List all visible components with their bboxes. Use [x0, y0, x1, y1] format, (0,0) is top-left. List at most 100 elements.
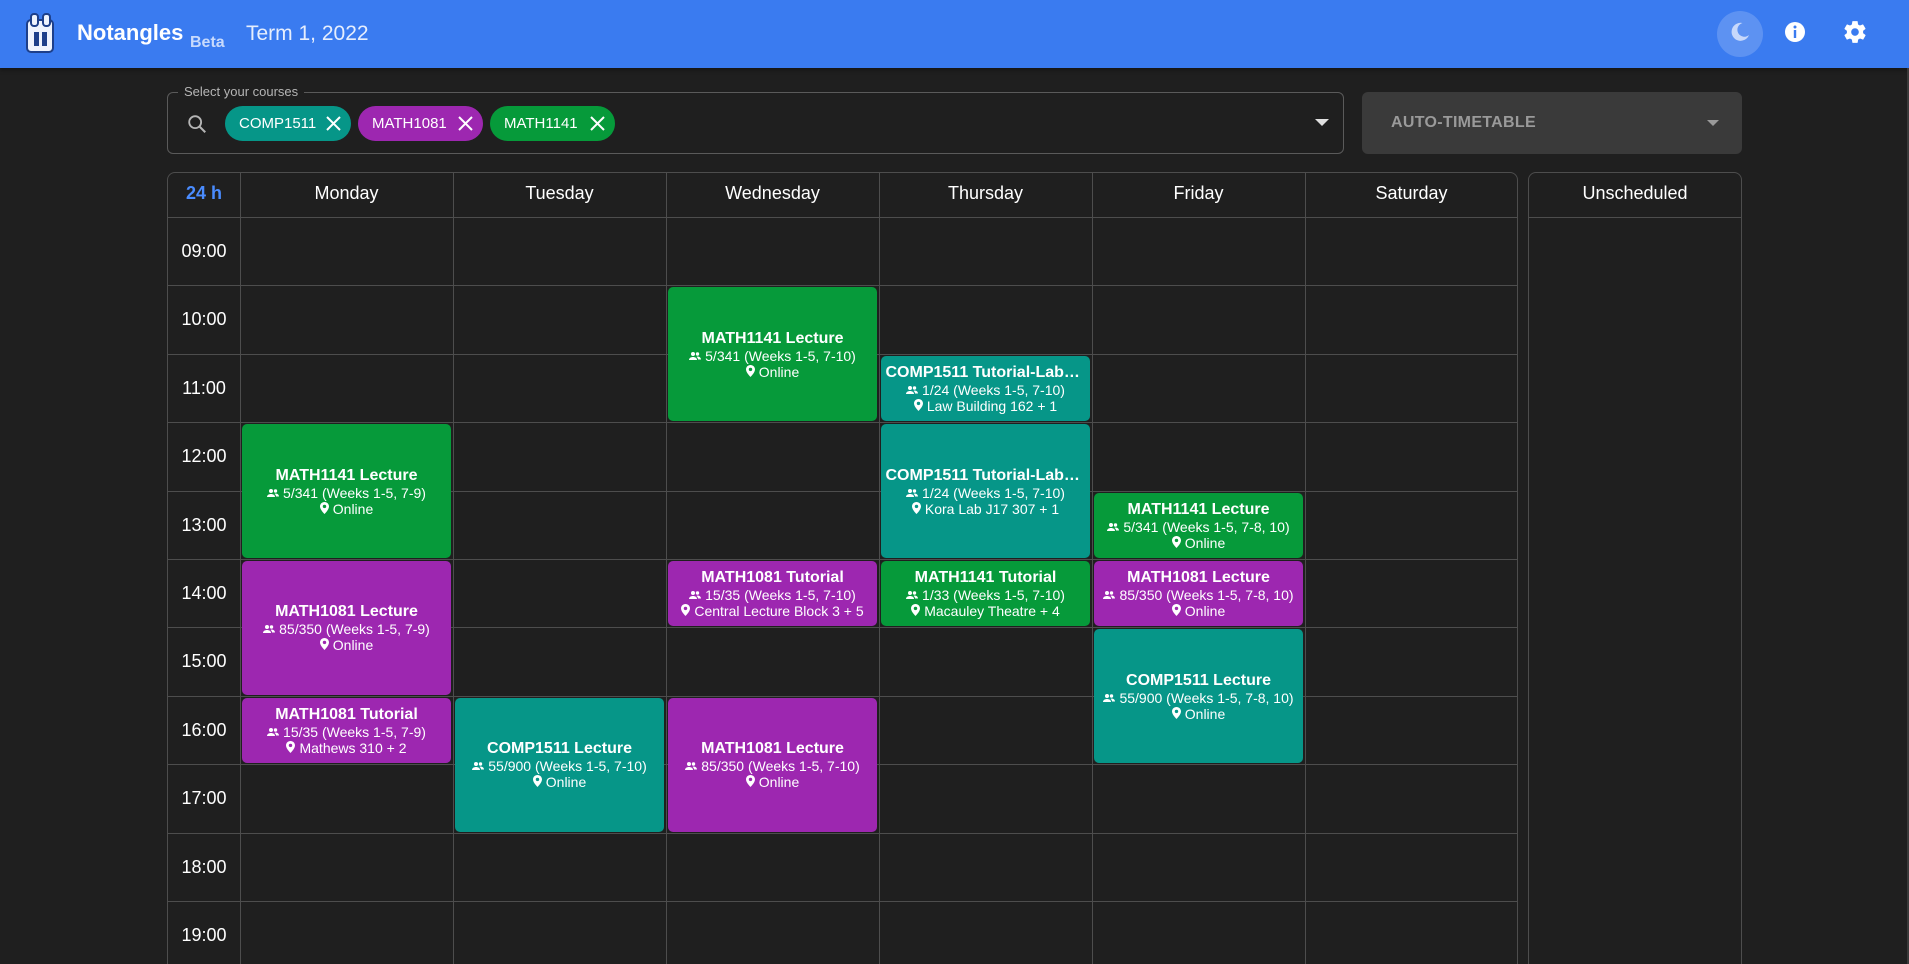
event-location: Online [1171, 603, 1226, 620]
time-label: 18:00 [181, 856, 227, 877]
time-label: 10:00 [181, 309, 227, 330]
people-icon [689, 348, 702, 364]
course-select-field[interactable]: Select your courses COMP1511 MATH1081 MA… [167, 84, 1344, 154]
course-chip-comp1511[interactable]: COMP1511 [225, 106, 351, 141]
event-location: Law Building 162 + 1 [913, 398, 1057, 414]
event-location-text: Online [758, 774, 800, 791]
time-label: 16:00 [181, 719, 227, 740]
close-icon[interactable] [324, 114, 343, 133]
grid-line [879, 173, 880, 964]
event-location-text: Online [1184, 534, 1226, 551]
event-title: COMP1511 Tutorial-Labo… [885, 466, 1086, 484]
event-title: MATH1081 Lecture [701, 740, 844, 758]
timetable-grid: 24 h Monday Tuesday Wednesday Thursday Frida… [167, 172, 1518, 964]
event-location-text: Online [1184, 705, 1226, 722]
event-enrolment: 85/350 (Weeks 1-5, 7-8, 10) [1103, 587, 1294, 604]
class-event-card[interactable]: COMP1511 Tutorial-Labo… 1/24 (Weeks 1-5, … [881, 355, 1090, 422]
course-select-label: Select your courses [178, 84, 305, 99]
event-enrolment-text: 55/900 (Weeks 1-5, 7-10) [488, 758, 647, 775]
class-event-card[interactable]: MATH1081 Lecture 85/350 (Weeks 1-5, 7-10)… [668, 697, 877, 832]
event-enrolment-text: 1/24 (Weeks 1-5, 7-10) [922, 484, 1065, 501]
location-pin-icon [745, 364, 755, 380]
dark-mode-toggle-button[interactable] [1717, 11, 1763, 57]
day-header: Tuesday [525, 183, 594, 203]
class-event-card[interactable]: MATH1141 Lecture 5/341 (Weeks 1-5, 7-8, 1… [1094, 492, 1303, 558]
location-pin-icon [532, 774, 542, 790]
time-label: 14:00 [181, 583, 227, 603]
close-icon[interactable] [588, 114, 607, 133]
event-enrolment-text: 15/35 (Weeks 1-5, 7-9) [283, 723, 426, 740]
close-icon[interactable] [456, 114, 475, 133]
class-event-card[interactable]: MATH1141 Tutorial 1/33 (Weeks 1-5, 7-10) M… [881, 561, 1090, 627]
event-enrolment-text: 85/350 (Weeks 1-5, 7-9) [279, 621, 430, 638]
class-event-card[interactable]: MATH1081 Tutorial 15/35 (Weeks 1-5, 7-9) M… [242, 697, 451, 764]
event-location-text: Online [332, 637, 374, 654]
event-enrolment-text: 15/35 (Weeks 1-5, 7-10) [705, 587, 856, 604]
chevron-down-icon[interactable] [1315, 119, 1329, 126]
event-enrolment-text: 5/341 (Weeks 1-5, 7-10) [705, 347, 856, 364]
event-location-text: Kora Lab J17 307 + 1 [924, 500, 1060, 517]
class-event-card[interactable]: MATH1081 Tutorial 15/35 (Weeks 1-5, 7-10)… [668, 561, 877, 627]
event-enrolment: 15/35 (Weeks 1-5, 7-10) [689, 587, 856, 603]
event-location: Kora Lab J17 307 + 1 [911, 500, 1060, 517]
course-chip-math1081[interactable]: MATH1081 [358, 106, 483, 141]
people-icon [1103, 690, 1116, 706]
event-enrolment-text: 55/900 (Weeks 1-5, 7-8, 10) [1119, 689, 1294, 706]
grid-line [168, 559, 1517, 560]
people-icon [906, 485, 919, 501]
time-label: 15:00 [181, 651, 227, 672]
time-label: 11:00 [182, 377, 226, 398]
event-enrolment: 15/35 (Weeks 1-5, 7-9) [267, 724, 426, 740]
gear-icon [1842, 19, 1868, 50]
event-location: Macauley Theatre + 4 [911, 603, 1060, 619]
grid-line [1305, 173, 1306, 964]
event-enrolment-text: 85/350 (Weeks 1-5, 7-10) [701, 758, 860, 775]
people-icon [267, 485, 280, 501]
search-icon [186, 113, 208, 140]
event-enrolment-text: 85/350 (Weeks 1-5, 7-8, 10) [1119, 587, 1294, 604]
settings-button[interactable] [1832, 11, 1878, 57]
auto-timetable-button[interactable]: AUTO-TIMETABLE [1362, 92, 1742, 154]
class-event-card[interactable]: MATH1081 Lecture 85/350 (Weeks 1-5, 7-8, … [1094, 561, 1303, 627]
location-pin-icon [1171, 706, 1181, 722]
class-event-card[interactable]: MATH1141 Lecture 5/341 (Weeks 1-5, 7-9) On… [242, 424, 451, 558]
location-pin-icon [681, 603, 691, 619]
info-button[interactable] [1772, 11, 1818, 57]
time-label: 17:00 [181, 788, 227, 809]
grid-line [1092, 173, 1093, 964]
event-title: MATH1141 Lecture [701, 329, 844, 347]
event-location-text: Online [1184, 603, 1226, 620]
day-header: Friday [1173, 183, 1224, 203]
event-enrolment: 55/900 (Weeks 1-5, 7-8, 10) [1103, 689, 1294, 706]
class-event-card[interactable]: COMP1511 Lecture 55/900 (Weeks 1-5, 7-8, … [1094, 629, 1303, 764]
event-enrolment: 1/33 (Weeks 1-5, 7-10) [906, 587, 1065, 603]
course-chip-math1141[interactable]: MATH1141 [490, 106, 615, 141]
class-event-card[interactable]: MATH1081 Lecture 85/350 (Weeks 1-5, 7-9) O… [242, 561, 451, 695]
course-chip-label: COMP1511 [239, 115, 317, 132]
grid-line [168, 832, 1517, 834]
people-icon [906, 587, 919, 603]
class-event-card[interactable]: MATH1141 Lecture 5/341 (Weeks 1-5, 7-10) O… [668, 287, 877, 422]
event-title: COMP1511 Lecture [487, 740, 632, 758]
time-format-toggle[interactable]: 24 h [168, 183, 240, 204]
notangles-logo-icon[interactable] [24, 12, 58, 54]
grid-line [168, 422, 1517, 424]
event-enrolment: 1/24 (Weeks 1-5, 7-10) [906, 382, 1065, 398]
app-header: Notangles Beta Term 1, 2022 [0, 0, 1909, 68]
event-location: Online [1171, 534, 1226, 551]
grid-line [666, 173, 667, 964]
event-location: Online [319, 501, 373, 517]
class-event-card[interactable]: COMP1511 Tutorial-Labo… 1/24 (Weeks 1-5, … [881, 424, 1090, 558]
event-title: MATH1141 Lecture [1127, 500, 1270, 518]
people-icon [267, 724, 280, 740]
event-enrolment: 85/350 (Weeks 1-5, 7-9) [263, 621, 430, 637]
class-event-card[interactable]: COMP1511 Lecture 55/900 (Weeks 1-5, 7-10)… [455, 697, 664, 832]
event-location: Online [745, 364, 799, 380]
chevron-down-icon[interactable] [1707, 120, 1719, 126]
time-label: 09:00 [181, 241, 227, 261]
people-icon [1103, 587, 1116, 603]
grid-line [240, 173, 241, 964]
auto-timetable-label: AUTO-TIMETABLE [1391, 114, 1536, 131]
people-icon [263, 621, 276, 637]
location-pin-icon [911, 603, 921, 619]
